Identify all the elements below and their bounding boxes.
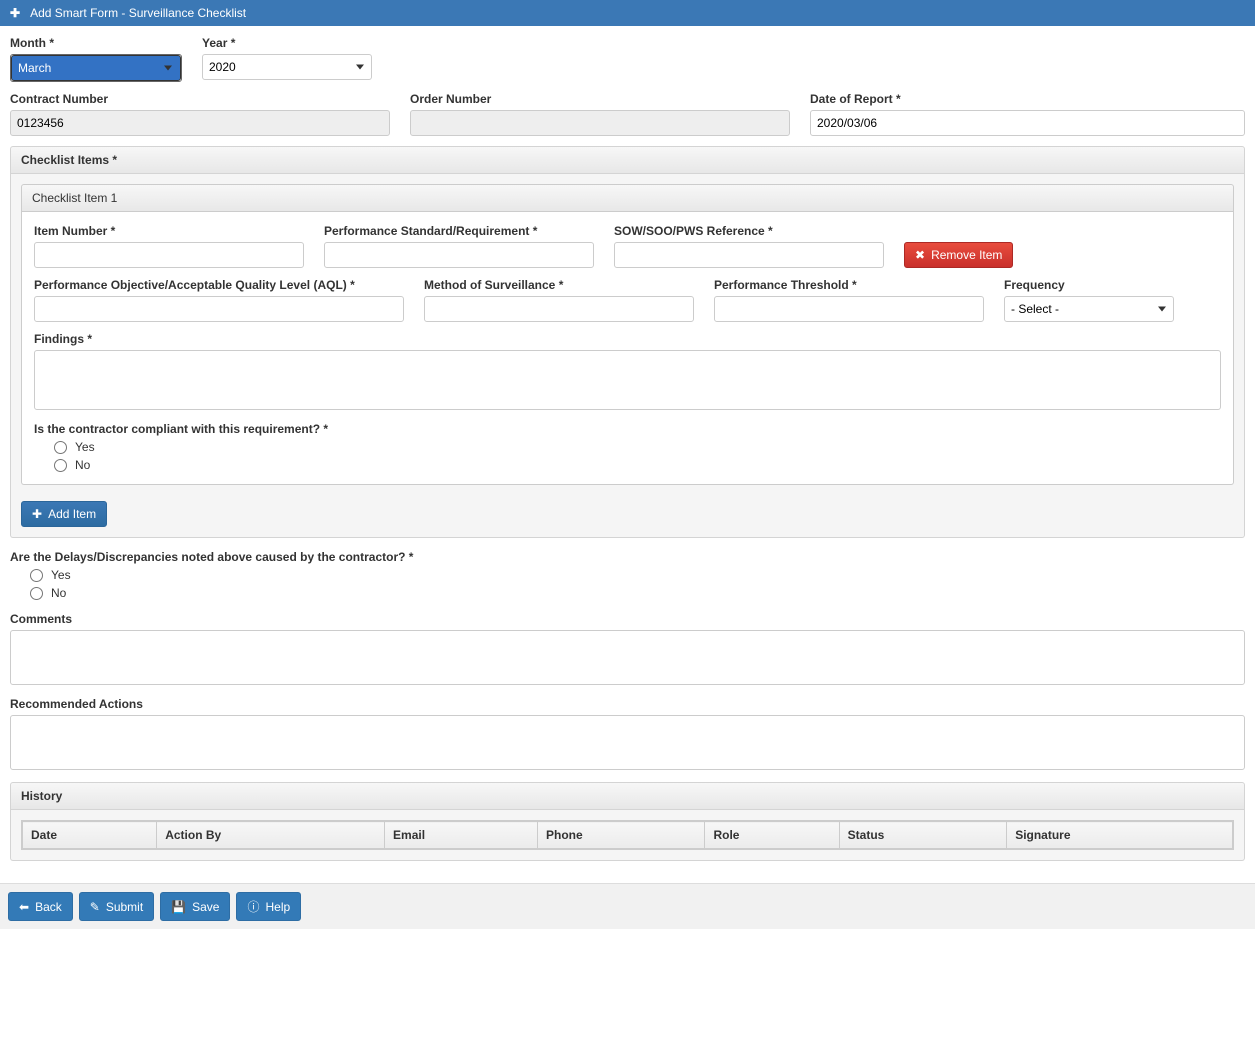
threshold-label: Performance Threshold * — [714, 278, 984, 292]
remove-item-label: Remove Item — [931, 248, 1002, 262]
delays-yes-label: Yes — [51, 568, 71, 582]
contract-number-input — [10, 110, 390, 136]
compliant-no-label: No — [75, 458, 90, 472]
year-select[interactable]: 2020 — [202, 54, 372, 80]
history-col-role: Role — [705, 822, 839, 849]
help-label: Help — [266, 900, 291, 914]
method-label: Method of Surveillance * — [424, 278, 694, 292]
check-icon: ✎ — [90, 900, 100, 914]
page-title: Add Smart Form - Surveillance Checklist — [30, 6, 246, 20]
history-header: History — [10, 782, 1245, 810]
item-number-input[interactable] — [34, 242, 304, 268]
save-label: Save — [192, 900, 219, 914]
frequency-select-wrap: - Select - — [1004, 296, 1174, 322]
save-icon: 💾 — [171, 900, 186, 914]
perf-std-label: Performance Standard/Requirement * — [324, 224, 594, 238]
frequency-select[interactable]: - Select - — [1004, 296, 1174, 322]
order-number-input — [410, 110, 790, 136]
delays-no-radio[interactable] — [30, 587, 43, 600]
close-icon: ✖ — [915, 248, 925, 262]
info-icon: ⓘ — [247, 898, 259, 915]
checklist-item-1-header: Checklist Item 1 — [21, 184, 1234, 212]
frequency-label: Frequency — [1004, 278, 1174, 292]
month-label: Month * — [10, 36, 182, 50]
add-item-label: Add Item — [48, 507, 96, 521]
findings-textarea[interactable] — [34, 350, 1221, 410]
comments-textarea[interactable] — [10, 630, 1245, 685]
plus-icon: ✚ — [10, 6, 20, 20]
comments-label: Comments — [10, 612, 1245, 626]
sow-input[interactable] — [614, 242, 884, 268]
aql-label: Performance Objective/Acceptable Quality… — [34, 278, 404, 292]
perf-std-input[interactable] — [324, 242, 594, 268]
date-of-report-label: Date of Report * — [810, 92, 1245, 106]
submit-label: Submit — [106, 900, 143, 914]
findings-label: Findings * — [34, 332, 1221, 346]
back-label: Back — [35, 900, 62, 914]
date-of-report-input[interactable] — [810, 110, 1245, 136]
compliant-label: Is the contractor compliant with this re… — [34, 422, 328, 436]
threshold-input[interactable] — [714, 296, 984, 322]
month-select-wrap: March — [10, 54, 182, 82]
history-col-email: Email — [385, 822, 538, 849]
year-label: Year * — [202, 36, 372, 50]
arrow-left-icon: ⬅ — [19, 900, 29, 914]
page-header: ✚ Add Smart Form - Surveillance Checklis… — [0, 0, 1255, 26]
compliant-no-radio[interactable] — [54, 459, 67, 472]
remove-item-button[interactable]: ✖ Remove Item — [904, 242, 1013, 268]
help-button[interactable]: ⓘ Help — [236, 892, 301, 921]
add-item-button[interactable]: ✚ Add Item — [21, 501, 107, 527]
plus-icon: ✚ — [32, 507, 42, 521]
delays-no-label: No — [51, 586, 66, 600]
checklist-items-header: Checklist Items * — [10, 146, 1245, 174]
year-select-wrap: 2020 — [202, 54, 372, 80]
history-col-phone: Phone — [537, 822, 704, 849]
contract-number-label: Contract Number — [10, 92, 390, 106]
history-col-actionby: Action By — [157, 822, 385, 849]
history-col-signature: Signature — [1007, 822, 1233, 849]
footer-bar: ⬅ Back ✎ Submit 💾 Save ⓘ Help — [0, 883, 1255, 929]
submit-button[interactable]: ✎ Submit — [79, 892, 154, 921]
recommended-label: Recommended Actions — [10, 697, 1245, 711]
aql-input[interactable] — [34, 296, 404, 322]
delays-yes-radio[interactable] — [30, 569, 43, 582]
recommended-textarea[interactable] — [10, 715, 1245, 770]
month-select[interactable]: March — [11, 55, 181, 81]
history-col-date: Date — [23, 822, 157, 849]
item-number-label: Item Number * — [34, 224, 304, 238]
order-number-label: Order Number — [410, 92, 790, 106]
history-table: Date Action By Email Phone Role Status S… — [22, 821, 1233, 849]
method-input[interactable] — [424, 296, 694, 322]
compliant-yes-radio[interactable] — [54, 441, 67, 454]
compliant-yes-label: Yes — [75, 440, 95, 454]
save-button[interactable]: 💾 Save — [160, 892, 230, 921]
back-button[interactable]: ⬅ Back — [8, 892, 73, 921]
delays-label: Are the Delays/Discrepancies noted above… — [10, 550, 413, 564]
history-table-wrap: Date Action By Email Phone Role Status S… — [21, 820, 1234, 850]
sow-label: SOW/SOO/PWS Reference * — [614, 224, 884, 238]
history-col-status: Status — [839, 822, 1007, 849]
